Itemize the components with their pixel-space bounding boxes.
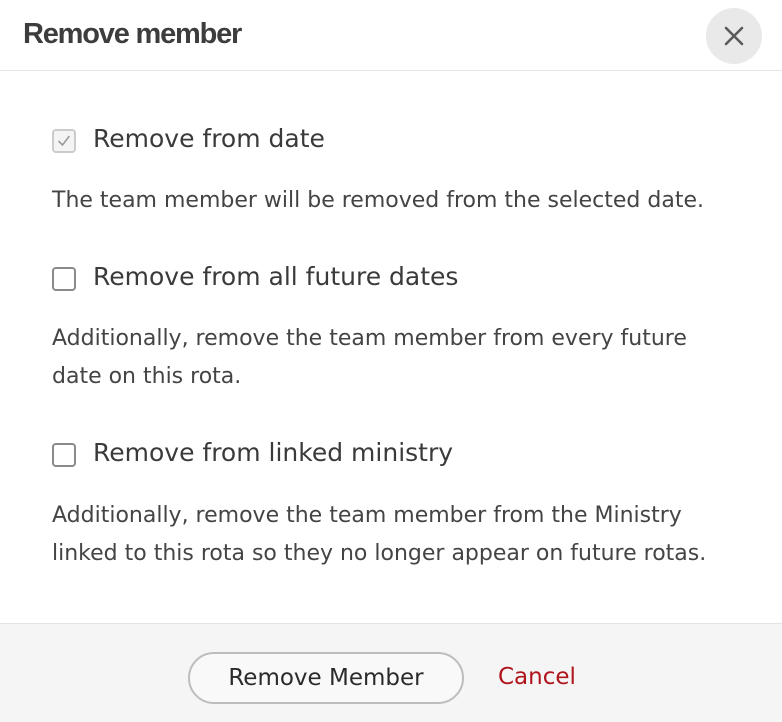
cancel-link[interactable]: Cancel (498, 664, 576, 690)
remove-from-linked-ministry-checkbox[interactable] (52, 443, 76, 467)
remove-from-future-dates-label[interactable]: Remove from all future dates (93, 262, 458, 291)
dialog-footer: Remove Member Cancel (0, 623, 782, 722)
close-button[interactable] (706, 8, 762, 64)
dialog-title: Remove member (23, 18, 242, 50)
remove-from-date-label[interactable]: Remove from date (93, 124, 325, 153)
remove-from-linked-ministry-description: Additionally, remove the team member fro… (52, 503, 707, 566)
remove-from-date-checkbox[interactable] (52, 129, 76, 153)
remove-from-future-dates-description: Additionally, remove the team member fro… (52, 326, 687, 389)
close-icon (724, 26, 744, 46)
remove-from-future-dates-checkbox[interactable] (52, 267, 76, 291)
remove-from-date-description: The team member will be removed from the… (52, 188, 704, 213)
dialog-header: Remove member (0, 0, 782, 71)
checkmark-icon (58, 135, 70, 146)
remove-member-dialog: Remove member Remove from date The team … (0, 0, 782, 722)
remove-member-button[interactable]: Remove Member (188, 652, 464, 704)
remove-from-linked-ministry-label[interactable]: Remove from linked ministry (93, 438, 453, 467)
